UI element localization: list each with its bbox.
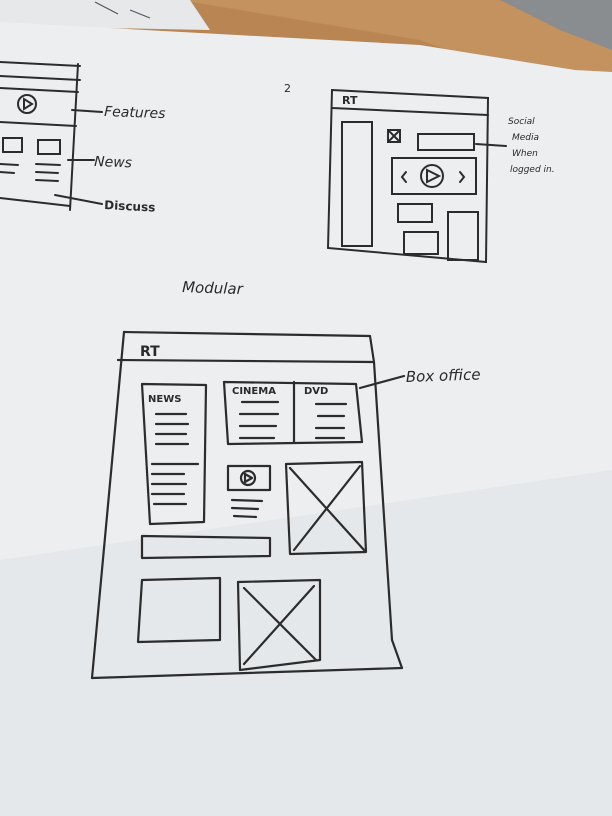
photo-canvas: Features News Discuss 2 RT Social Media … bbox=[0, 0, 612, 816]
photo-scene: Features News Discuss 2 RT Social Media … bbox=[0, 0, 612, 816]
box-office-annotation: Box office bbox=[406, 365, 481, 386]
sketch-number: 2 bbox=[284, 82, 291, 95]
features-annotation: Features bbox=[104, 104, 166, 122]
sketch-two-logo: RT bbox=[342, 94, 358, 107]
note-social: Social bbox=[508, 117, 535, 127]
note-when: When bbox=[512, 149, 538, 159]
modular-heading: Modular bbox=[182, 278, 244, 298]
news-label: NEWS bbox=[148, 394, 181, 405]
cinema-label: CINEMA bbox=[232, 386, 276, 397]
note-logged-in: logged in. bbox=[510, 165, 555, 175]
note-media: Media bbox=[512, 133, 539, 143]
sketch-three-logo: RT bbox=[140, 344, 160, 360]
dvd-label: DVD bbox=[304, 386, 328, 397]
news-annotation: News bbox=[94, 154, 132, 171]
discuss-annotation: Discuss bbox=[104, 198, 156, 215]
